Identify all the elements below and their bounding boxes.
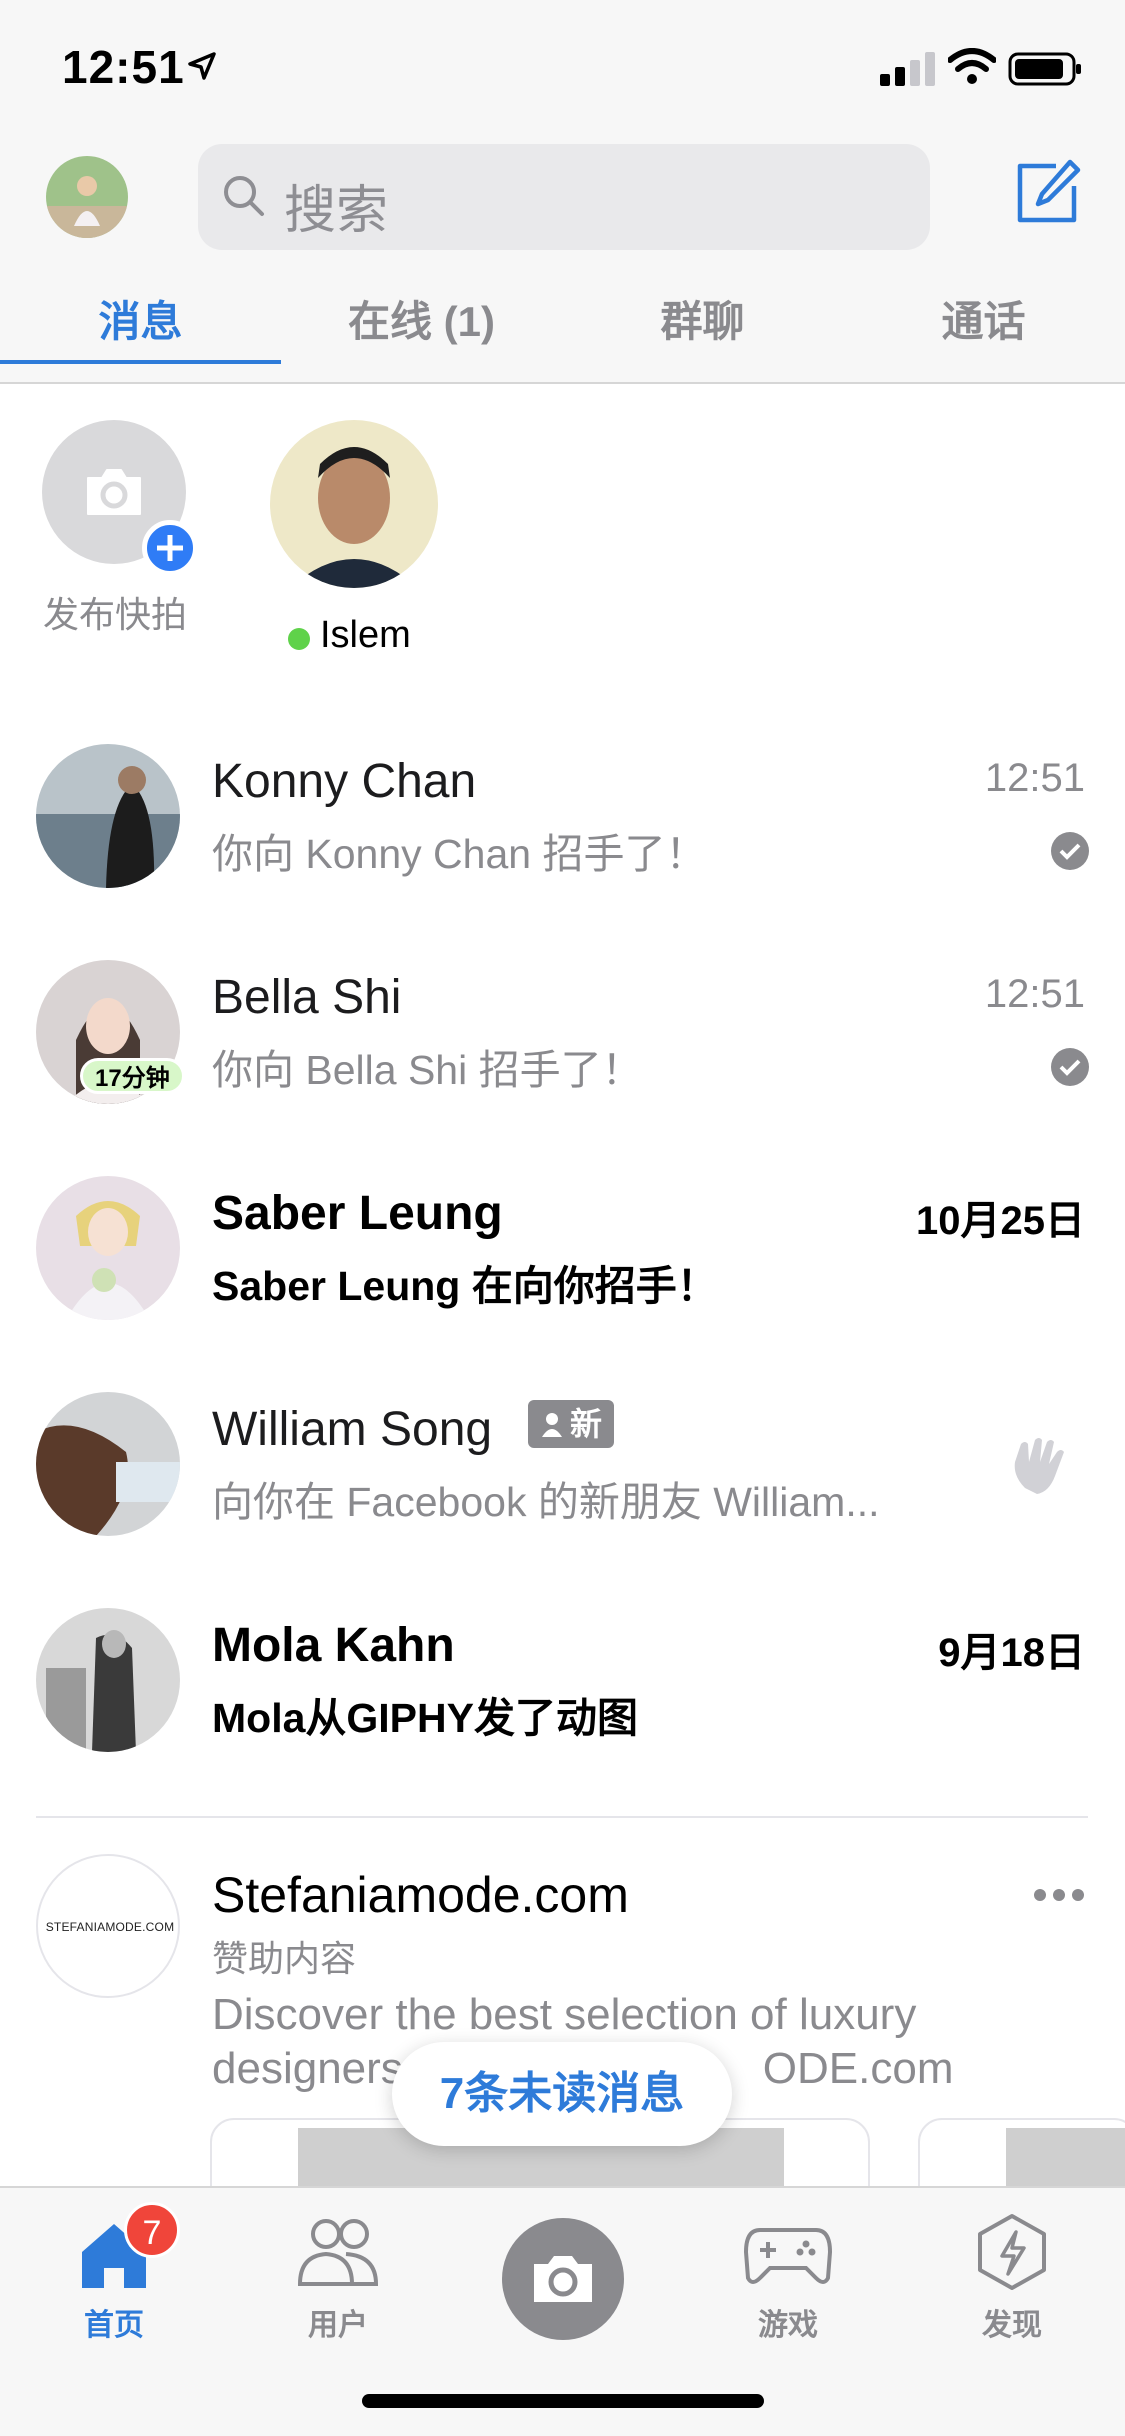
avatar: [36, 1608, 180, 1752]
sponsored-label: 赞助内容: [212, 1938, 357, 1979]
search-icon: [224, 176, 264, 216]
tab-calls[interactable]: 通话: [843, 282, 1124, 384]
conversation-preview: 向你在 Facebook 的新朋友 William...: [212, 1479, 880, 1525]
home-indicator: [362, 2394, 764, 2408]
story-user-avatar[interactable]: [270, 420, 438, 588]
status-time: 12:51: [62, 41, 185, 93]
my-avatar-image: [46, 156, 128, 238]
unread-messages-pill[interactable]: 7条未读消息: [392, 2042, 732, 2146]
plus-icon: [142, 520, 198, 576]
read-check-icon: [1051, 832, 1089, 870]
add-story-label: 发布快拍: [42, 594, 187, 635]
conversation-preview: Mola从GIPHY发了动图: [212, 1695, 638, 1741]
sponsor-logo: STEFANIAMODE.COM: [45, 1920, 175, 1934]
tab-discover-label: 发现: [982, 2309, 1042, 2342]
wave-hand-icon[interactable]: [1005, 1432, 1075, 1502]
tab-games-label: 游戏: [758, 2309, 818, 2342]
discover-icon: [978, 2214, 1046, 2290]
sponsor-name[interactable]: Stefaniamode.com: [212, 1866, 629, 1924]
people-icon: [297, 2219, 379, 2286]
battery-icon: [1008, 52, 1081, 86]
person-icon: [542, 1413, 562, 1437]
tab-discover[interactable]: 发现: [932, 2212, 1092, 2342]
status-bar: 12:51: [0, 0, 1125, 132]
conversation-row[interactable]: Mola Kahn Mola从GIPHY发了动图 9月18日: [0, 1588, 1125, 1804]
conversation-name: Saber Leung: [212, 1187, 503, 1240]
avatar: [36, 744, 180, 888]
sponsor-description-line2-end: ODE.com: [762, 2044, 954, 2093]
wifi-icon: [948, 48, 996, 84]
more-options-icon[interactable]: [1032, 1880, 1086, 1910]
my-avatar[interactable]: [46, 156, 128, 238]
home-badge: 7: [124, 2202, 180, 2258]
sponsor-description-line2-start: designers: [212, 2044, 403, 2093]
tab-home-label: 首页: [84, 2309, 144, 2342]
tab-online[interactable]: 在线 (1): [281, 282, 562, 384]
list-divider: [36, 1816, 1088, 1818]
tab-groups[interactable]: 群聊: [562, 282, 843, 384]
tab-messages[interactable]: 消息: [0, 282, 281, 384]
avatar: [36, 1392, 180, 1536]
tab-people[interactable]: 用户: [258, 2212, 418, 2342]
conversation-preview: Saber Leung 在向你招手！: [212, 1263, 718, 1309]
header: 搜索 消息 在线 (1) 群聊 通话: [0, 132, 1125, 384]
sponsor-avatar[interactable]: STEFANIAMODE.COM: [36, 1854, 180, 1998]
camera-icon: [87, 469, 141, 515]
add-story-button[interactable]: [42, 420, 198, 576]
search-placeholder: 搜索: [284, 182, 389, 240]
location-arrow-icon: [188, 52, 216, 80]
conversation-time: 12:51: [984, 756, 1085, 800]
conversation-time: 12:51: [984, 972, 1085, 1016]
active-tab-indicator: [0, 360, 281, 364]
tab-people-label: 用户: [308, 2309, 368, 2342]
cellular-signal-icon: [880, 52, 935, 86]
conversation-row[interactable]: Saber Leung Saber Leung 在向你招手！ 10月25日: [0, 1156, 1125, 1372]
conversation-time: 9月18日: [938, 1631, 1085, 1675]
camera-button[interactable]: [502, 2218, 624, 2340]
active-time-badge: 17分钟: [80, 1058, 185, 1094]
top-tabs: 消息 在线 (1) 群聊 通话: [0, 282, 1125, 384]
story-user-photo: [270, 420, 438, 588]
conversation-row[interactable]: Bella Shi 你向 Bella Shi 招手了！ 12:51: [0, 940, 1125, 1156]
tab-home[interactable]: 首页 7: [34, 2202, 194, 2342]
conversation-preview: 你向 Konny Chan 招手了！: [212, 831, 707, 877]
conversation-name: Bella Shi: [212, 971, 402, 1024]
sponsor-description-line1: Discover the best selection of luxury: [212, 1990, 917, 2039]
conversation-name: Mola Kahn: [212, 1619, 455, 1672]
conversation-name: William Song: [212, 1403, 493, 1456]
read-check-icon: [1051, 1048, 1089, 1086]
conversation-name: Konny Chan: [212, 755, 477, 808]
conversation-row[interactable]: Konny Chan 你向 Konny Chan 招手了！ 12:51: [0, 724, 1125, 940]
gamepad-icon: [743, 2228, 833, 2284]
camera-icon: [534, 2256, 592, 2302]
header-divider: [0, 382, 1125, 384]
conversation-preview: 你向 Bella Shi 招手了！: [212, 1047, 643, 1093]
conversation-row[interactable]: William Song 新 向你在 Facebook 的新朋友 William…: [0, 1372, 1125, 1588]
story-user-name: Islem: [320, 614, 411, 656]
new-friend-badge: 新: [528, 1400, 615, 1448]
conversation-time: 10月25日: [916, 1199, 1085, 1243]
avatar: [36, 1176, 180, 1320]
new-badge-label: 新: [570, 1406, 603, 1442]
tab-games[interactable]: 游戏: [708, 2212, 868, 2342]
online-indicator: [288, 628, 310, 650]
search-input[interactable]: 搜索: [198, 144, 930, 250]
compose-icon[interactable]: [1012, 158, 1082, 228]
